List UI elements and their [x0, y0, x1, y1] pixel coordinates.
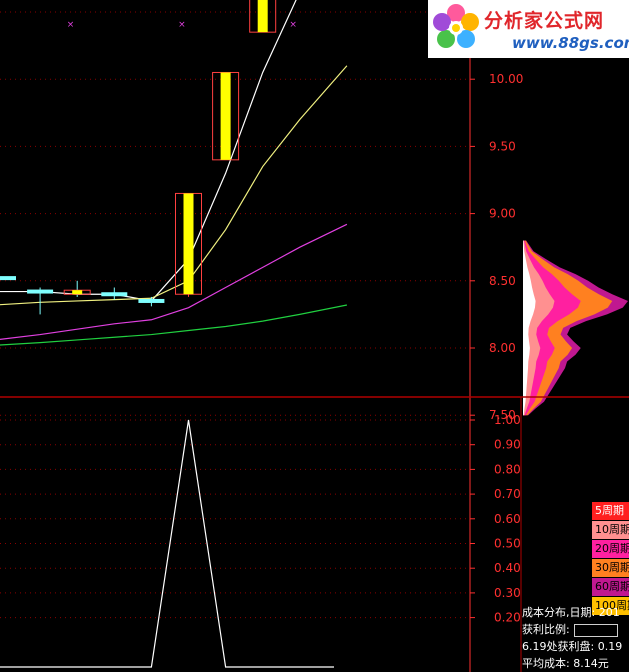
- legend-item: 10周期: [592, 521, 629, 539]
- price-tick-label: 9.50: [489, 139, 516, 153]
- indicator-tick-label: 0.80: [494, 462, 521, 476]
- top-marker: ×: [178, 20, 186, 30]
- cost-info-panel: 成本分布,日期: 201 获利比例: 6.19处获利盘: 0.19 平均成本: …: [522, 604, 629, 672]
- ma-line-ma_short: [0, 0, 297, 302]
- site-logo: 分析家公式网 www.88gs.com: [428, 0, 629, 58]
- tick-labels: 12.0011.5011.0010.5010.009.509.008.508.0…: [489, 5, 523, 625]
- logo-title: 分析家公式网: [484, 10, 605, 32]
- candle-doji: [101, 292, 128, 297]
- legend-item: 5周期: [592, 502, 629, 520]
- flower-logo-icon: [433, 4, 479, 48]
- profit-ratio-box: [573, 623, 618, 637]
- price-tick-label: 8.00: [489, 341, 516, 355]
- top-marker: ×: [67, 20, 75, 30]
- price-grid: [0, 11, 470, 416]
- indicator-tick-label: 1.00: [494, 413, 521, 427]
- top-marker: ×: [289, 20, 297, 30]
- legend-item: 60周期: [592, 578, 629, 596]
- candle-body-fill: [257, 0, 268, 33]
- indicator-tick-label: 0.90: [494, 438, 521, 452]
- candle-body-fill: [72, 290, 83, 295]
- profit-ratio-row: 获利比例:: [522, 621, 629, 638]
- price-tick-label: 9.00: [489, 207, 516, 221]
- indicator-tick-label: 0.30: [494, 586, 521, 600]
- profit-ratio-label: 获利比例:: [522, 623, 570, 636]
- avg-cost: 平均成本: 8.14元: [522, 657, 609, 670]
- chart-canvas: ××× 12.0011.5011.0010.5010.009.509.008.5…: [0, 0, 629, 672]
- legend-item: 30周期: [592, 559, 629, 577]
- ma-line-ma_mid: [0, 65, 348, 306]
- candle-doji: [27, 289, 54, 294]
- cost-legend: 5周期10周期20周期30周期60周期100周期: [592, 502, 629, 616]
- candle-body-fill: [183, 193, 194, 295]
- logo-url: www.88gs.com: [512, 34, 629, 52]
- candle-body-fill: [220, 72, 231, 160]
- indicator-tick-label: 0.20: [494, 611, 521, 625]
- candle-doji: [0, 276, 16, 281]
- price-tick-label: 8.50: [489, 274, 516, 288]
- profit-line: 6.19处获利盘: 0.19: [522, 640, 623, 653]
- ma-line-ma_longest: [0, 304, 348, 346]
- indicator-tick-label: 0.60: [494, 512, 521, 526]
- indicator-grid: [0, 419, 470, 619]
- cost-distribution: [523, 240, 628, 416]
- indicator-tick-label: 0.70: [494, 487, 521, 501]
- candle-doji: [138, 298, 165, 303]
- indicator-tick-label: 0.50: [494, 537, 521, 551]
- ma-line-ma_long: [0, 223, 348, 340]
- legend-item: 20周期: [592, 540, 629, 558]
- price-tick-label: 10.00: [489, 72, 523, 86]
- candles: [0, 0, 277, 315]
- cost-info-title: 成本分布,日期: 201: [522, 606, 620, 619]
- indicator-tick-label: 0.40: [494, 561, 521, 575]
